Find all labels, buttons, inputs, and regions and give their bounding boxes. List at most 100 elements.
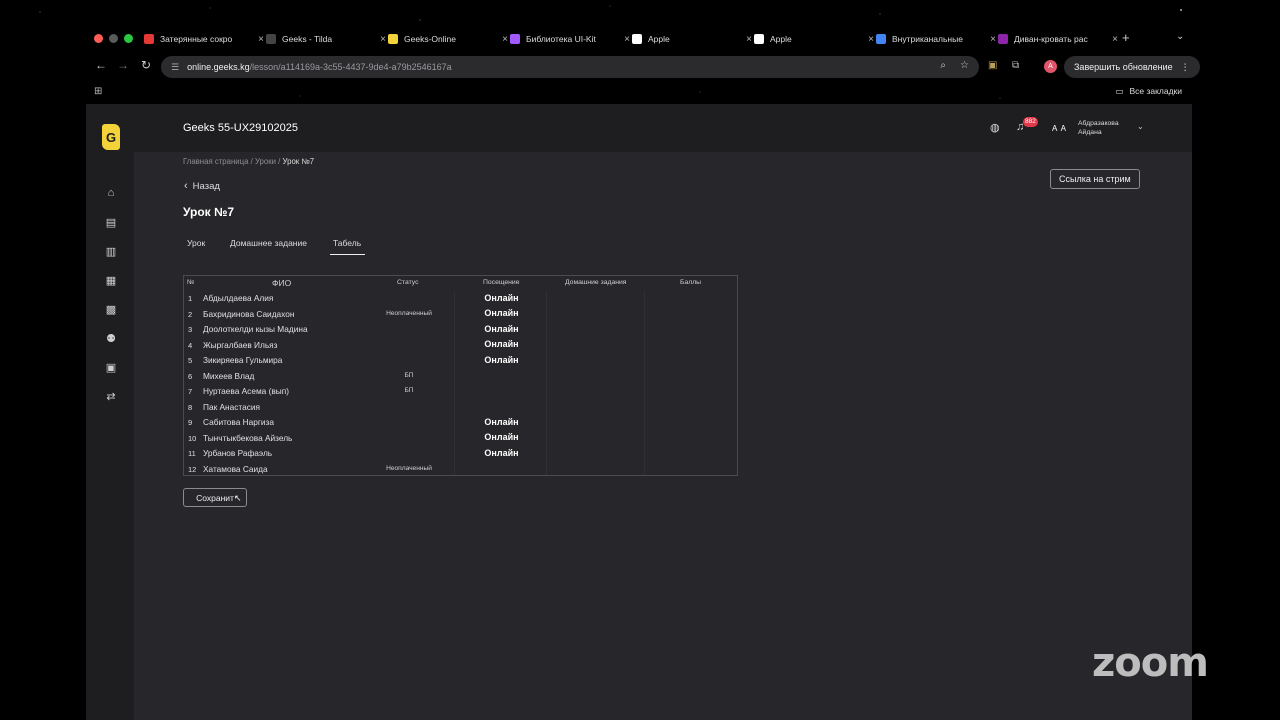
- users-icon[interactable]: ⚉: [102, 329, 120, 347]
- update-browser-button[interactable]: Завершить обновление ⋮: [1064, 56, 1200, 78]
- browser-tab[interactable]: Apple ×: [632, 30, 754, 48]
- back-button[interactable]: ‹ Назад: [184, 180, 220, 192]
- tab-register[interactable]: Табель: [329, 238, 366, 256]
- row-number: 10: [188, 433, 197, 443]
- table-icon[interactable]: ▩: [102, 300, 120, 318]
- attendance-cell[interactable]: Онлайн: [459, 417, 544, 427]
- chevron-down-icon[interactable]: ⌄: [1137, 122, 1144, 131]
- chevron-left-icon: ‹: [184, 180, 188, 192]
- browser-tab[interactable]: Geeks - Tilda ×: [266, 30, 388, 48]
- url-host: online.geeks.kg: [187, 62, 250, 72]
- browser-tab-title: Geeks - Tilda: [282, 34, 333, 44]
- browser-tab[interactable]: Внутриканальные ×: [876, 30, 998, 48]
- table-row: 5 Зикиряева Гульмира Онлайн: [184, 353, 737, 369]
- back-label: Назад: [192, 180, 220, 192]
- site-info-icon[interactable]: ☰: [171, 62, 179, 73]
- student-name: Жыргалбаев Ильяз: [203, 339, 278, 350]
- close-tab-icon[interactable]: ×: [378, 34, 388, 45]
- browser-tab[interactable]: Geeks-Online ×: [388, 30, 510, 48]
- tab-lesson[interactable]: Урок: [187, 238, 205, 256]
- more-vert-icon[interactable]: ⋮: [1181, 62, 1190, 73]
- tab-search-icon[interactable]: ⌄: [1176, 31, 1184, 42]
- row-number: 9: [188, 418, 193, 427]
- attendance-cell[interactable]: Онлайн: [459, 324, 544, 334]
- close-tab-icon[interactable]: ×: [622, 34, 632, 45]
- new-tab-button[interactable]: +: [1122, 30, 1130, 45]
- tab-homework[interactable]: Домашнее задание: [230, 238, 307, 256]
- apps-grid-icon[interactable]: ⊞: [94, 86, 102, 97]
- globe-icon[interactable]: ◍: [990, 121, 1000, 134]
- browser-tab-title: Apple: [648, 34, 670, 44]
- student-name: Тынчтыкбекова Айзель: [203, 432, 293, 443]
- attendance-cell[interactable]: Онлайн: [459, 355, 544, 365]
- home-icon[interactable]: ⌂: [102, 184, 120, 202]
- update-label: Завершить обновление: [1074, 62, 1173, 72]
- stream-link-button[interactable]: Ссылка на стрим: [1050, 169, 1140, 189]
- breadcrumb: Главная страница / Уроки / Урок №7: [183, 157, 314, 166]
- student-name: Михеев Влад: [203, 370, 255, 381]
- attendance-cell[interactable]: Онлайн: [459, 448, 544, 458]
- close-tab-icon[interactable]: ×: [744, 34, 754, 45]
- row-number: 1: [188, 294, 193, 303]
- table-row: 2 Бахридинова Саидахон Неоплаченный Онлайн: [184, 307, 737, 323]
- all-bookmarks-button[interactable]: ▭ Все закладки: [1115, 86, 1182, 97]
- book-icon[interactable]: ▤: [102, 213, 120, 231]
- forward-arrow-icon[interactable]: →: [116, 58, 130, 72]
- close-tab-icon[interactable]: ×: [256, 34, 266, 45]
- zoom-lens-icon[interactable]: ⌕: [940, 60, 946, 71]
- document-icon[interactable]: ▣: [102, 358, 120, 376]
- browser-tab[interactable]: Диван-кровать рас ×: [998, 30, 1120, 48]
- header-fio: ФИО: [272, 278, 292, 288]
- browser-tab[interactable]: Apple ×: [754, 30, 876, 48]
- close-tab-icon[interactable]: ×: [866, 34, 876, 45]
- maximize-window-button[interactable]: [124, 34, 133, 43]
- window-controls: [94, 34, 133, 43]
- breadcrumb-home[interactable]: Главная страница: [183, 157, 248, 166]
- table-row: 12 Хатамова Саида Неоплаченный: [184, 462, 737, 478]
- attendance-cell[interactable]: Онлайн: [459, 432, 544, 442]
- bookmark-star-icon[interactable]: ☆: [960, 60, 969, 71]
- close-tab-icon[interactable]: ×: [1110, 34, 1120, 45]
- table-row: 9 Сабитова Наргиза Онлайн: [184, 415, 737, 431]
- breadcrumb-lessons[interactable]: Уроки: [255, 157, 276, 166]
- student-name: Урбанов Рафаэль: [203, 448, 273, 458]
- row-number: 2: [188, 309, 193, 319]
- google-icon: [876, 34, 886, 44]
- student-name: Сабитова Наргиза: [203, 417, 274, 427]
- address-bar[interactable]: ☰ online.geeks.kg/lesson/a114169a-3c55-4…: [161, 56, 979, 78]
- user-name[interactable]: Абдразакова Айдана: [1078, 120, 1119, 137]
- attendance-cell[interactable]: Онлайн: [459, 293, 544, 303]
- calendar-icon[interactable]: ▦: [102, 271, 120, 289]
- open-book-icon[interactable]: ▥: [102, 242, 120, 260]
- swap-icon[interactable]: ⇄: [102, 387, 120, 405]
- extensions-puzzle-icon[interactable]: ⧉: [1012, 60, 1019, 71]
- attendance-cell[interactable]: Онлайн: [459, 339, 544, 349]
- row-number: 8: [188, 402, 193, 412]
- back-arrow-icon[interactable]: ←: [94, 58, 108, 72]
- student-name: Доолоткелди кызы Мадина: [203, 324, 308, 334]
- header-points: Баллы: [680, 279, 702, 286]
- student-status: БП: [404, 387, 414, 394]
- reload-icon[interactable]: ↻: [139, 58, 153, 72]
- browser-tab[interactable]: Библиотека UI-Kit ×: [510, 30, 632, 48]
- attendance-cell[interactable]: Онлайн: [459, 308, 544, 318]
- geeks-logo[interactable]: G: [102, 124, 120, 150]
- minimize-window-button[interactable]: [109, 34, 118, 43]
- youtube-icon: [144, 34, 154, 44]
- user-avatar[interactable]: A A: [1052, 124, 1067, 133]
- extension-icon[interactable]: ▣: [988, 60, 997, 71]
- table-row: 1 Абдылдаева Алия Онлайн: [184, 291, 737, 307]
- student-name: Пак Анастасия: [203, 401, 260, 412]
- close-window-button[interactable]: [94, 34, 103, 43]
- profile-avatar[interactable]: A: [1044, 60, 1057, 73]
- browser-tab[interactable]: Затерянные сокро ×: [144, 30, 266, 48]
- close-tab-icon[interactable]: ×: [500, 34, 510, 45]
- bookmarks-bar: ⊞ ▭ Все закладки: [86, 84, 1192, 100]
- student-name: Зикиряева Гульмира: [203, 355, 283, 365]
- table-row: 7 Нуртаева Асема (вып) БП: [184, 384, 737, 400]
- row-number: 4: [188, 340, 193, 350]
- browser-toolbar: ← → ↻ ☰ online.geeks.kg/lesson/a114169a-…: [86, 56, 1200, 78]
- table-row: 3 Доолоткелди кызы Мадина Онлайн: [184, 322, 737, 338]
- student-name: Абдылдаева Алия: [203, 293, 274, 303]
- close-tab-icon[interactable]: ×: [988, 34, 998, 45]
